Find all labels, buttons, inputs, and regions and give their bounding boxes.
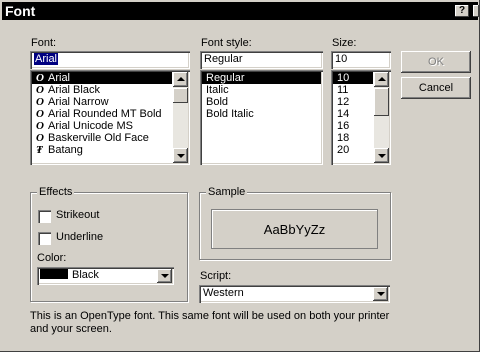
size-list-item[interactable]: 14 — [333, 108, 373, 120]
color-select-value: Black — [72, 269, 99, 281]
font-list[interactable]: O Arial O Arial Black O Arial Narrow O Arial Ro… — [30, 70, 190, 165]
opentype-icon: O — [36, 108, 44, 120]
font-style-list[interactable]: Regular Italic Bold Bold Italic — [200, 70, 323, 165]
font-style-list-item[interactable]: Regular — [202, 72, 321, 84]
help-button[interactable]: ? — [455, 5, 469, 17]
font-style-list-item[interactable]: Italic — [202, 84, 321, 96]
scroll-thumb[interactable] — [374, 88, 389, 116]
font-list-item-label: Batang — [48, 144, 83, 156]
opentype-icon: O — [36, 84, 44, 96]
size-label: Size: — [332, 37, 357, 49]
script-select[interactable]: Western — [199, 285, 390, 303]
sample-preview: AaBbYyZz — [211, 209, 378, 249]
chevron-down-icon[interactable] — [157, 269, 172, 283]
font-list-item-label: Arial Narrow — [48, 96, 109, 108]
font-style-list-item[interactable]: Bold — [202, 96, 321, 108]
size-list[interactable]: 10 11 12 14 16 18 20 — [331, 70, 391, 165]
font-style-label: Font style: — [201, 37, 252, 49]
underline-checkbox[interactable] — [38, 232, 51, 245]
font-list-item-label: Arial Unicode MS — [48, 120, 133, 132]
size-list-item[interactable]: 11 — [333, 84, 373, 96]
color-swatch — [40, 269, 68, 279]
size-list-item[interactable]: 12 — [333, 96, 373, 108]
ok-button[interactable]: OK — [401, 51, 471, 73]
font-style-list-item[interactable]: Bold Italic — [202, 108, 321, 120]
font-list-item[interactable]: O Arial Rounded MT Bold — [32, 108, 172, 120]
font-list-item[interactable]: O Arial Unicode MS — [32, 120, 172, 132]
window-title: Font — [5, 3, 36, 19]
title-bar: Font ? — [2, 2, 479, 20]
font-style-input[interactable]: Regular — [200, 51, 323, 69]
sample-title: Sample — [206, 186, 248, 198]
scroll-thumb[interactable] — [173, 88, 188, 103]
scroll-down-button[interactable] — [173, 148, 188, 163]
scroll-up-button[interactable] — [374, 72, 389, 87]
font-list-scrollbar[interactable] — [173, 72, 188, 163]
font-list-item[interactable]: O Arial Narrow — [32, 96, 172, 108]
font-list-item[interactable]: ₮ Batang — [32, 144, 172, 156]
strikeout-label: Strikeout — [56, 209, 100, 221]
effects-group: Effects — [30, 186, 188, 302]
chevron-down-icon[interactable] — [373, 287, 388, 301]
opentype-icon: O — [36, 72, 44, 84]
font-description: This is an OpenType font. This same font… — [30, 310, 390, 335]
size-list-item[interactable]: 10 — [333, 72, 373, 84]
script-select-value: Western — [203, 287, 244, 299]
scroll-up-button[interactable] — [173, 72, 188, 87]
underline-label: Underline — [56, 231, 104, 243]
script-label: Script: — [200, 270, 232, 282]
color-label: Color: — [37, 252, 67, 264]
font-input-value: Arial — [34, 53, 59, 65]
size-list-item[interactable]: 20 — [333, 144, 373, 156]
size-list-scrollbar[interactable] — [374, 72, 389, 163]
close-button-partial[interactable] — [473, 5, 479, 17]
font-dialog: Font ? Font: Arial O Arial O Arial Black O Ar… — [0, 0, 480, 352]
opentype-icon: O — [36, 120, 44, 132]
opentype-icon: O — [36, 132, 44, 144]
size-list-item[interactable]: 18 — [333, 132, 373, 144]
font-input[interactable]: Arial — [30, 51, 190, 69]
scroll-down-button[interactable] — [374, 148, 389, 163]
cancel-button[interactable]: Cancel — [401, 77, 471, 99]
size-input[interactable]: 10 — [331, 51, 391, 69]
font-list-item-label: Arial Black — [48, 84, 100, 96]
color-select[interactable]: Black — [37, 267, 174, 285]
font-list-item[interactable]: O Arial — [32, 72, 172, 84]
strikeout-checkbox[interactable] — [38, 210, 51, 223]
opentype-icon: O — [36, 96, 44, 108]
font-list-item[interactable]: O Arial Black — [32, 84, 172, 96]
font-list-item-label: Arial Rounded MT Bold — [48, 108, 162, 120]
font-list-item[interactable]: O Baskerville Old Face — [32, 132, 172, 144]
truetype-icon: ₮ — [36, 144, 43, 156]
font-list-item-label: Baskerville Old Face — [48, 132, 149, 144]
effects-title: Effects — [37, 186, 75, 198]
font-list-item-label: Arial — [48, 72, 71, 84]
size-list-item[interactable]: 16 — [333, 120, 373, 132]
font-label: Font: — [31, 37, 57, 49]
